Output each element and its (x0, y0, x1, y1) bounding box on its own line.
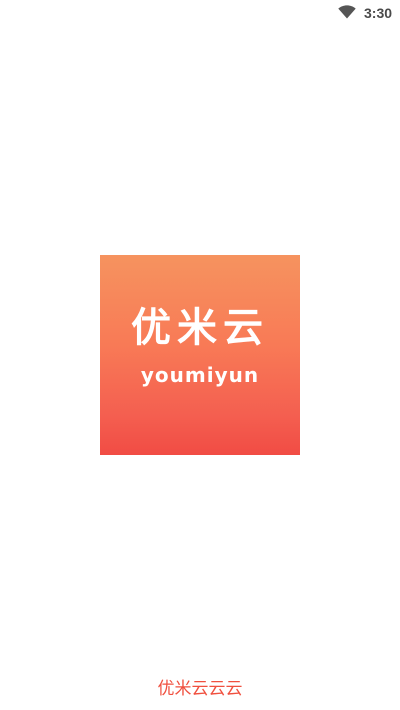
footer-brand-text: 优米云云云 (157, 679, 243, 699)
status-bar: 3:30 (0, 0, 400, 26)
app-logo: 优米云 youmiyun (100, 255, 300, 455)
logo-title-en: youmiyun (140, 363, 260, 387)
splash-screen: 3:30 优米云 youmiyun 优米云云云 (0, 0, 400, 710)
status-time: 3:30 (364, 5, 393, 21)
logo-title-cn: 优米云 (131, 305, 269, 351)
wifi-icon (338, 5, 356, 19)
